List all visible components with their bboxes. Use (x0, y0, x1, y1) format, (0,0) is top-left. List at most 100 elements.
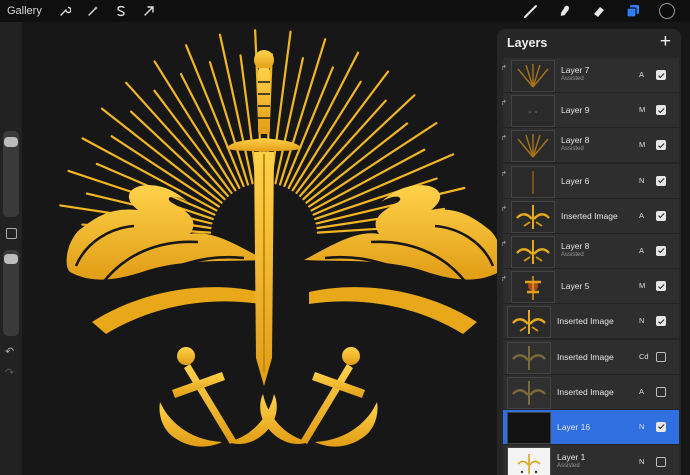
layer-name: Inserted Image (557, 351, 614, 362)
blend-mode-button[interactable]: M (639, 281, 645, 290)
layers-title: Layers (507, 36, 548, 50)
blend-mode-button[interactable]: A (639, 70, 644, 79)
layer-visibility-checkbox[interactable] (656, 281, 666, 292)
layer-thumbnail[interactable] (511, 235, 555, 268)
layer-thumbnail[interactable] (511, 60, 555, 92)
clipping-mask-icon: ↱ (501, 135, 507, 143)
clipping-mask-icon: ↱ (501, 240, 507, 248)
modify-button[interactable] (6, 228, 17, 239)
layer-name: Inserted Image (561, 210, 618, 221)
brush-icon[interactable] (522, 2, 540, 20)
layer-thumbnail[interactable] (511, 165, 555, 198)
opacity-handle[interactable] (4, 254, 18, 264)
layers-panel: Layers + ↱ Layer 7 Assisted A ↱ Layer 9 M ↱ Laye… (497, 29, 681, 475)
layer-visibility-checkbox[interactable] (656, 316, 666, 327)
layer-name: Layer 8 (561, 135, 590, 146)
layer-list: ↱ Layer 7 Assisted A ↱ Layer 9 M ↱ Layer 8 Assist… (501, 58, 679, 475)
right-anchor (260, 347, 378, 447)
layer-thumbnail[interactable] (507, 447, 551, 475)
smudge-icon[interactable] (556, 2, 574, 20)
layers-icon[interactable] (624, 2, 642, 20)
layer-row[interactable]: ↱ Layer 6 N (501, 163, 679, 199)
right-tools (522, 0, 676, 22)
layer-visibility-checkbox[interactable] (656, 70, 666, 80)
layer-visibility-checkbox[interactable] (656, 245, 666, 256)
layer-thumbnail[interactable] (507, 376, 551, 409)
layer-row[interactable]: ↱ Layer 5 M (501, 269, 679, 305)
layer-thumbnail[interactable] (507, 306, 551, 339)
eraser-icon[interactable] (590, 2, 608, 20)
sun-ray (291, 80, 362, 192)
add-layer-button[interactable]: + (660, 31, 671, 53)
sword (226, 50, 302, 386)
layer-visibility-checkbox[interactable] (656, 457, 666, 468)
layer-row[interactable]: ↱ Layer 7 Assisted A (501, 58, 679, 93)
layer-name: Layer 1 (557, 452, 586, 463)
opacity-slider[interactable] (3, 250, 19, 336)
transform-arrow-icon[interactable] (140, 2, 158, 20)
blend-mode-button[interactable]: N (639, 316, 644, 325)
clipping-mask-icon: ↱ (501, 170, 507, 178)
left-wave (66, 185, 265, 295)
layer-thumbnail[interactable] (507, 411, 551, 444)
layer-thumbnail[interactable] (507, 341, 551, 374)
redo-button[interactable]: ↷ (5, 366, 14, 379)
right-wave (304, 185, 503, 295)
layer-visibility-checkbox[interactable] (656, 140, 666, 151)
layer-thumbnail[interactable] (511, 200, 555, 233)
clipping-mask-icon: ↱ (501, 276, 507, 284)
blend-mode-button[interactable]: N (639, 176, 644, 185)
layer-name: Layer 5 (561, 281, 590, 292)
layer-visibility-checkbox[interactable] (656, 210, 666, 221)
brush-size-slider[interactable] (3, 131, 19, 217)
layer-visibility-checkbox[interactable] (656, 175, 666, 186)
blend-mode-button[interactable]: N (639, 422, 644, 431)
magic-wand-icon[interactable] (84, 2, 102, 20)
clipping-mask-icon: ↱ (501, 65, 507, 72)
layer-row[interactable]: ↱ Layer 8 Assisted M (501, 128, 679, 164)
layer-row[interactable]: Inserted Image A (503, 374, 679, 410)
layer-name: Layer 16 (557, 421, 591, 432)
blend-mode-button[interactable]: A (639, 246, 644, 255)
layer-row[interactable]: Inserted Image Cd (503, 339, 679, 375)
layer-row[interactable]: Layer 1 Assisted N (503, 445, 679, 475)
blend-mode-button[interactable]: M (639, 140, 645, 149)
blend-mode-button[interactable]: N (639, 457, 644, 466)
layer-thumbnail[interactable] (511, 271, 555, 304)
layer-name: Layer 7 (561, 65, 590, 75)
layer-name: Inserted Image (557, 316, 614, 327)
selection-icon[interactable] (112, 2, 130, 20)
layer-row[interactable]: ↱ Inserted Image A (501, 198, 679, 234)
layer-thumbnail[interactable] (511, 130, 555, 163)
clipping-mask-icon: ↱ (501, 100, 507, 108)
wrench-icon[interactable] (56, 2, 74, 20)
top-toolbar: Gallery (0, 0, 690, 22)
brush-size-handle[interactable] (4, 137, 18, 147)
layer-name: Inserted Image (557, 386, 614, 397)
blend-mode-button[interactable]: A (639, 387, 644, 396)
layer-row[interactable]: Inserted Image N (503, 304, 679, 340)
sun-ray (185, 44, 245, 188)
layer-name: Layer 8 (561, 240, 590, 251)
layer-name: Layer 9 (561, 105, 590, 116)
blend-mode-button[interactable]: Cd (639, 352, 649, 361)
layer-visibility-checkbox[interactable] (656, 421, 666, 432)
layer-subtitle: Assisted (561, 251, 584, 258)
layer-visibility-checkbox[interactable] (656, 105, 666, 116)
blend-mode-button[interactable]: A (639, 211, 644, 220)
clipping-mask-icon: ↱ (501, 205, 507, 213)
layers-panel-header: Layers + (497, 29, 681, 57)
blend-mode-button[interactable]: M (639, 105, 645, 114)
layer-row[interactable]: ↱ Layer 8 Assisted A (501, 233, 679, 269)
undo-button[interactable]: ↶ (5, 345, 14, 358)
layer-row[interactable]: ↱ Layer 9 M (501, 93, 679, 129)
layer-visibility-checkbox[interactable] (656, 386, 666, 397)
layer-thumbnail[interactable] (511, 95, 555, 128)
color-swatch[interactable] (658, 2, 676, 20)
layer-subtitle: Assisted (561, 76, 584, 82)
layer-visibility-checkbox[interactable] (656, 351, 666, 362)
layer-row[interactable]: Layer 16 N (503, 409, 679, 445)
gallery-button[interactable]: Gallery (7, 5, 42, 17)
sun-ray (153, 89, 233, 194)
layer-subtitle: Assisted (561, 146, 584, 153)
